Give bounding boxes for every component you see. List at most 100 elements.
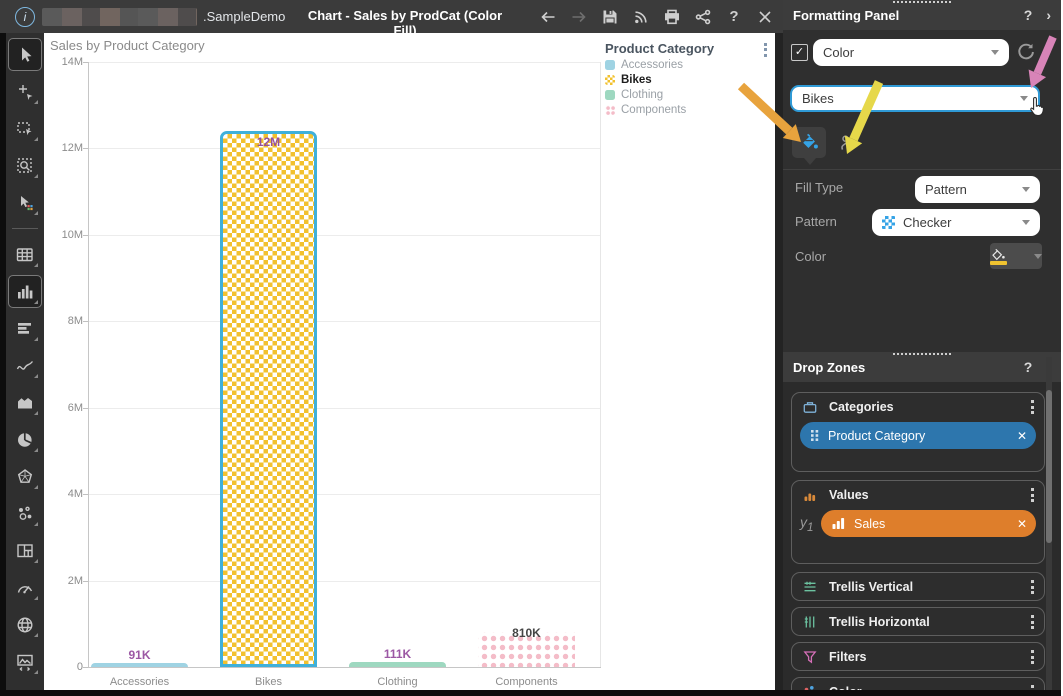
pointer-icon[interactable] xyxy=(9,39,41,70)
pattern-label: Pattern xyxy=(795,214,837,229)
legend-item[interactable]: Components xyxy=(605,104,775,116)
line-chart-icon[interactable] xyxy=(9,350,41,381)
add-interaction-icon[interactable] xyxy=(9,76,41,107)
bars-icon xyxy=(831,517,846,530)
legend-label: Accessories xyxy=(621,59,683,71)
y-axis-tick xyxy=(83,321,88,322)
pie-chart-icon[interactable] xyxy=(9,424,41,455)
bar-chart-icon[interactable] xyxy=(9,276,41,307)
panel-splitter[interactable] xyxy=(775,33,783,690)
panel-drag-handle[interactable] xyxy=(893,353,951,355)
drop-zone-color[interactable]: Color xyxy=(791,677,1045,690)
y-axis-tick xyxy=(83,581,88,582)
treemap-chart-icon[interactable] xyxy=(9,535,41,566)
remove-field-icon[interactable] xyxy=(1017,429,1027,443)
share-icon[interactable] xyxy=(693,7,713,27)
area-chart-icon[interactable] xyxy=(9,387,41,418)
drop-zone-menu-icon[interactable] xyxy=(1031,650,1034,664)
property-select[interactable]: Color xyxy=(813,39,1009,66)
custom-chart-icon[interactable] xyxy=(9,646,41,677)
panel-drag-handle[interactable] xyxy=(893,1,951,3)
trellis-horizontal-icon xyxy=(802,614,818,630)
color-swatch xyxy=(990,261,1007,265)
workbook-name: .SampleDemo xyxy=(203,9,285,24)
drop-zones-list: Categories Product Category Values y1Sales T… xyxy=(783,382,1061,690)
fill-type-select[interactable]: Pattern xyxy=(915,176,1040,203)
table-icon[interactable] xyxy=(9,239,41,270)
drop-zones-header: Drop Zones ? › xyxy=(783,352,1061,382)
gauge-chart-icon[interactable] xyxy=(9,572,41,603)
drop-zone-categories[interactable]: Categories Product Category xyxy=(791,392,1045,472)
drop-zone-menu-icon[interactable] xyxy=(1031,615,1034,629)
legend-item[interactable]: Accessories xyxy=(605,59,775,71)
legend-swatch-dots xyxy=(605,105,615,115)
zoom-select-icon[interactable] xyxy=(9,150,41,181)
chart-canvas[interactable]: Sales by Product Category 14M12M10M8M6M4… xyxy=(44,33,775,690)
forward-icon[interactable] xyxy=(569,7,589,27)
drop-zone-menu-icon[interactable] xyxy=(1031,400,1034,414)
x-axis-label: Components xyxy=(472,676,582,688)
drop-zone-header: Trellis Horizontal xyxy=(792,608,1044,635)
close-icon[interactable] xyxy=(755,7,775,27)
horizontal-bar-chart-icon[interactable] xyxy=(9,313,41,344)
grip-icon xyxy=(810,429,820,442)
remove-field-icon[interactable] xyxy=(1017,517,1027,531)
y-axis-label: 14M xyxy=(41,56,83,68)
scrollbar[interactable] xyxy=(1046,357,1052,690)
target-combo-chevron-icon[interactable] xyxy=(1020,96,1028,101)
fill-style-tab[interactable] xyxy=(792,127,826,158)
help-icon[interactable]: ? xyxy=(724,7,744,27)
y-axis-label: 12M xyxy=(41,142,83,154)
drop-zone-header: Categories xyxy=(792,393,1044,420)
radar-chart-icon[interactable] xyxy=(9,461,41,492)
target-value-combo[interactable]: Bikes xyxy=(790,85,1040,112)
chevron-down-icon xyxy=(991,50,999,55)
formatting-help-icon[interactable]: ? xyxy=(1024,7,1033,23)
legend-menu-icon[interactable] xyxy=(764,43,767,57)
drop-zone-menu-icon[interactable] xyxy=(1031,488,1034,502)
bar-clothing[interactable] xyxy=(349,662,446,667)
x-axis-label: Accessories xyxy=(85,676,195,688)
field-chip-product-category[interactable]: Product Category xyxy=(800,422,1036,449)
drop-zone-menu-icon[interactable] xyxy=(1031,580,1034,594)
plot-border-right xyxy=(600,62,601,667)
line-style-tab[interactable] xyxy=(835,130,861,156)
legend-label: Bikes xyxy=(621,74,652,86)
field-chip-sales[interactable]: Sales xyxy=(821,510,1036,537)
scrollbar-thumb[interactable] xyxy=(1046,390,1052,543)
formatting-panel-title: Formatting Panel xyxy=(793,8,899,23)
print-icon[interactable] xyxy=(662,7,682,27)
drop-zone-label: Categories xyxy=(829,400,894,414)
drop-zone-label: Trellis Vertical xyxy=(829,580,913,594)
drop-zone-filters[interactable]: Filters xyxy=(791,642,1045,671)
property-enabled-checkbox[interactable] xyxy=(791,44,808,61)
plot-area[interactable]: 14M12M10M8M6M4M2M091KAccessories12MBikes… xyxy=(88,62,601,668)
bar-bikes[interactable] xyxy=(220,131,317,667)
pattern-select[interactable]: Checker xyxy=(872,209,1040,236)
save-icon[interactable] xyxy=(600,7,620,27)
y-axis-tick xyxy=(83,667,88,668)
filters-icon xyxy=(802,649,818,665)
back-icon[interactable] xyxy=(538,7,558,27)
drop-zone-values[interactable]: Values y1Sales xyxy=(791,480,1045,564)
legend-item[interactable]: Bikes xyxy=(605,74,775,86)
drop-zone-trellis-horizontal[interactable]: Trellis Horizontal xyxy=(791,607,1045,636)
chip-row: y1Sales xyxy=(792,508,1044,537)
marquee-select-icon[interactable] xyxy=(9,113,41,144)
formatting-collapse-icon[interactable]: › xyxy=(1046,7,1051,23)
gridline xyxy=(89,62,601,63)
color-picker-button[interactable] xyxy=(990,243,1042,269)
legend-item[interactable]: Clothing xyxy=(605,89,775,101)
feed-icon[interactable] xyxy=(631,7,651,27)
highlight-icon[interactable] xyxy=(9,187,41,218)
info-icon[interactable]: i xyxy=(15,7,35,27)
reset-icon[interactable] xyxy=(1015,41,1037,63)
bar-accessories[interactable] xyxy=(91,663,188,667)
drop-zones-help-icon[interactable]: ? xyxy=(1024,359,1033,375)
map-chart-icon[interactable] xyxy=(9,609,41,640)
chevron-down-icon[interactable] xyxy=(1034,254,1042,259)
scatter-chart-icon[interactable] xyxy=(9,498,41,529)
drop-zone-label: Values xyxy=(829,488,869,502)
drop-zone-trellis-vertical[interactable]: Trellis Vertical xyxy=(791,572,1045,601)
right-panel: Formatting Panel ? › Color Bikes Fill Ty… xyxy=(783,0,1061,690)
